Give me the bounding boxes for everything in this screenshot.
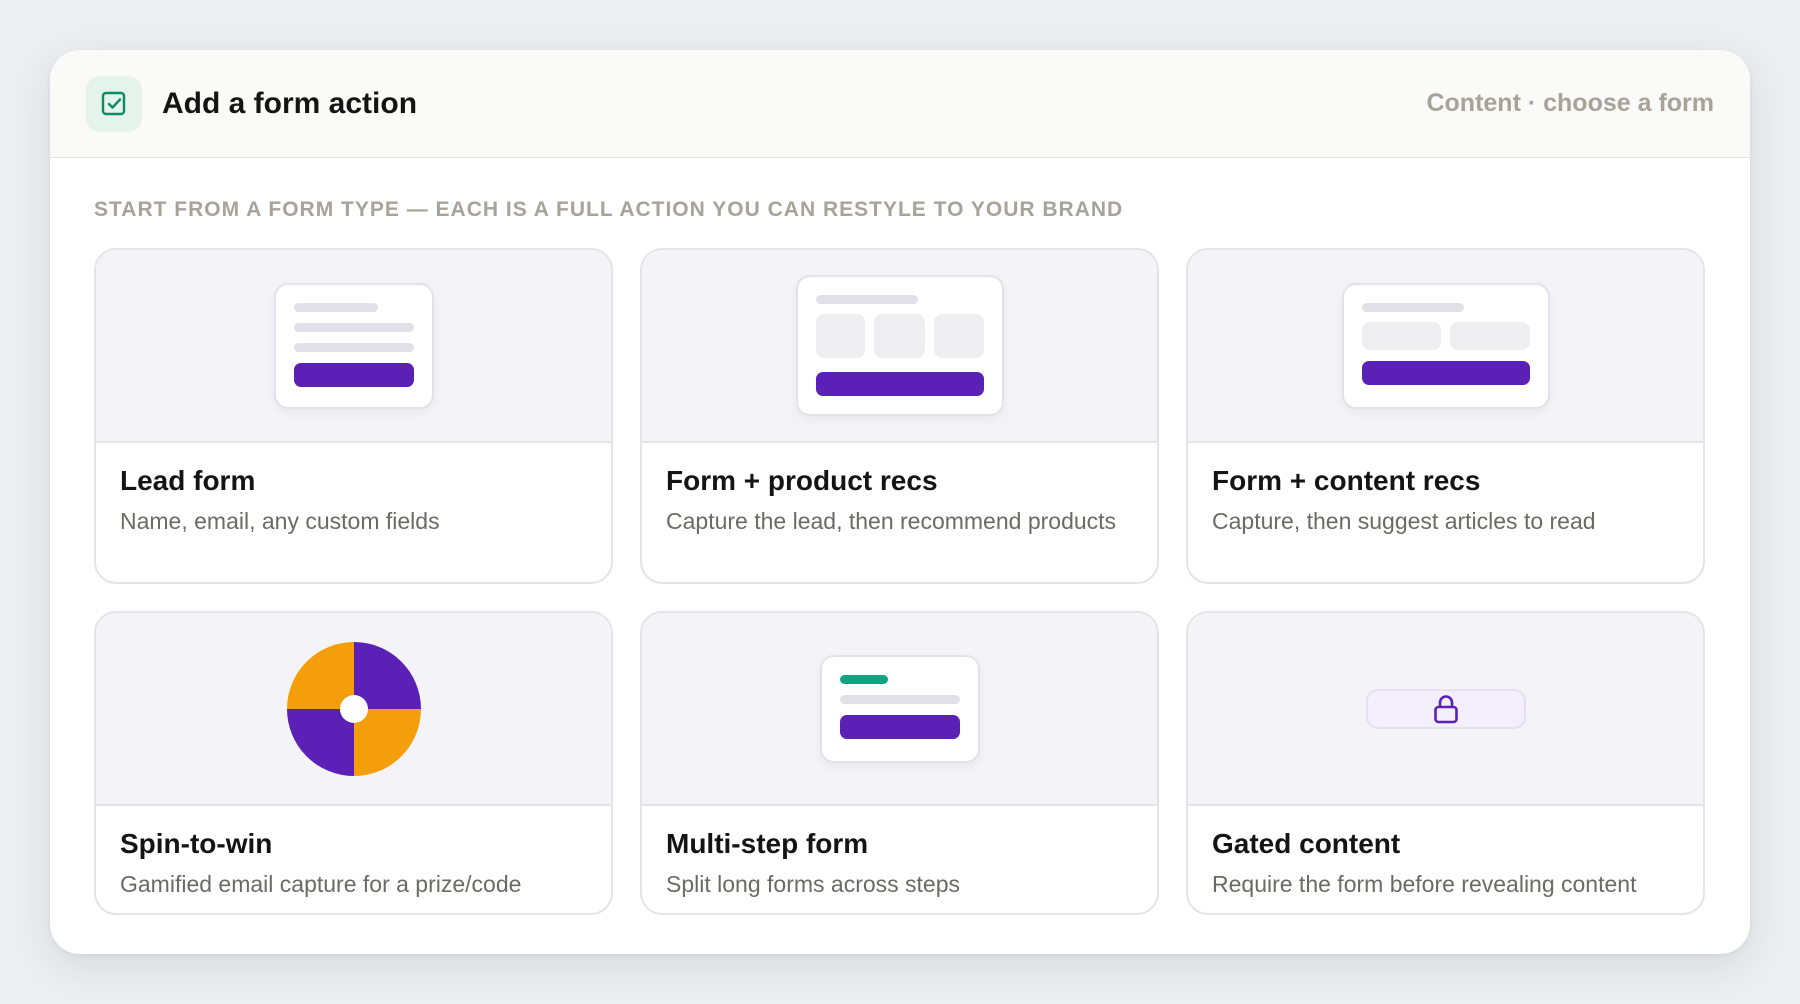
card-multi-step-form[interactable]: Multi-step form Split long forms across …	[640, 611, 1159, 915]
spin-to-win-preview	[96, 613, 611, 806]
card-title: Multi-step form	[666, 828, 869, 859]
card-form-content-recs[interactable]: Form + content recs Capture, then sugges…	[1186, 248, 1705, 584]
modal-header: Add a form action Content · choose a for…	[50, 50, 1750, 158]
section-intro: START FROM A FORM TYPE — EACH IS A FULL …	[94, 198, 1124, 221]
breadcrumb: Content · choose a form	[1426, 89, 1714, 117]
card-lead-form[interactable]: Lead form Name, email, any custom fields	[94, 248, 613, 584]
card-gated-content[interactable]: Gated content Require the form before re…	[1186, 611, 1705, 915]
card-title: Spin-to-win	[120, 828, 273, 859]
content-recs-mockup	[1341, 282, 1550, 409]
card-description: Split long forms across steps	[666, 871, 961, 897]
lead-form-mockup	[273, 282, 434, 409]
lead-form-preview	[96, 250, 611, 443]
gated-content-preview	[1188, 613, 1703, 806]
form-action-modal: Add a form action Content · choose a for…	[50, 50, 1750, 954]
form-type-grid: Lead form Name, email, any custom fields	[94, 248, 1705, 915]
card-description: Capture, then suggest articles to read	[1212, 508, 1596, 534]
content-recs-preview	[1188, 250, 1703, 443]
card-description: Name, email, any custom fields	[120, 508, 440, 534]
card-title: Form + product recs	[666, 465, 938, 496]
card-description: Gamified email capture for a prize/code	[120, 871, 522, 897]
lock-icon	[1433, 694, 1458, 723]
checkbox-icon	[86, 75, 142, 132]
multi-step-mockup	[819, 654, 980, 763]
card-description: Require the form before revealing conten…	[1212, 871, 1637, 897]
card-description: Capture the lead, then recommend product…	[666, 508, 1117, 534]
prize-wheel-icon	[286, 641, 421, 776]
card-spin-to-win[interactable]: Spin-to-win Gamified email capture for a…	[94, 611, 613, 915]
modal-title: Add a form action	[162, 86, 418, 120]
card-title: Gated content	[1212, 828, 1401, 859]
card-title: Lead form	[120, 465, 256, 496]
card-form-product-recs[interactable]: Form + product recs Capture the lead, th…	[640, 248, 1159, 584]
card-title: Form + content recs	[1212, 465, 1481, 496]
product-recs-mockup	[795, 275, 1004, 416]
product-recs-preview	[642, 250, 1157, 443]
locked-bar	[1365, 688, 1526, 729]
multi-step-preview	[642, 613, 1157, 806]
